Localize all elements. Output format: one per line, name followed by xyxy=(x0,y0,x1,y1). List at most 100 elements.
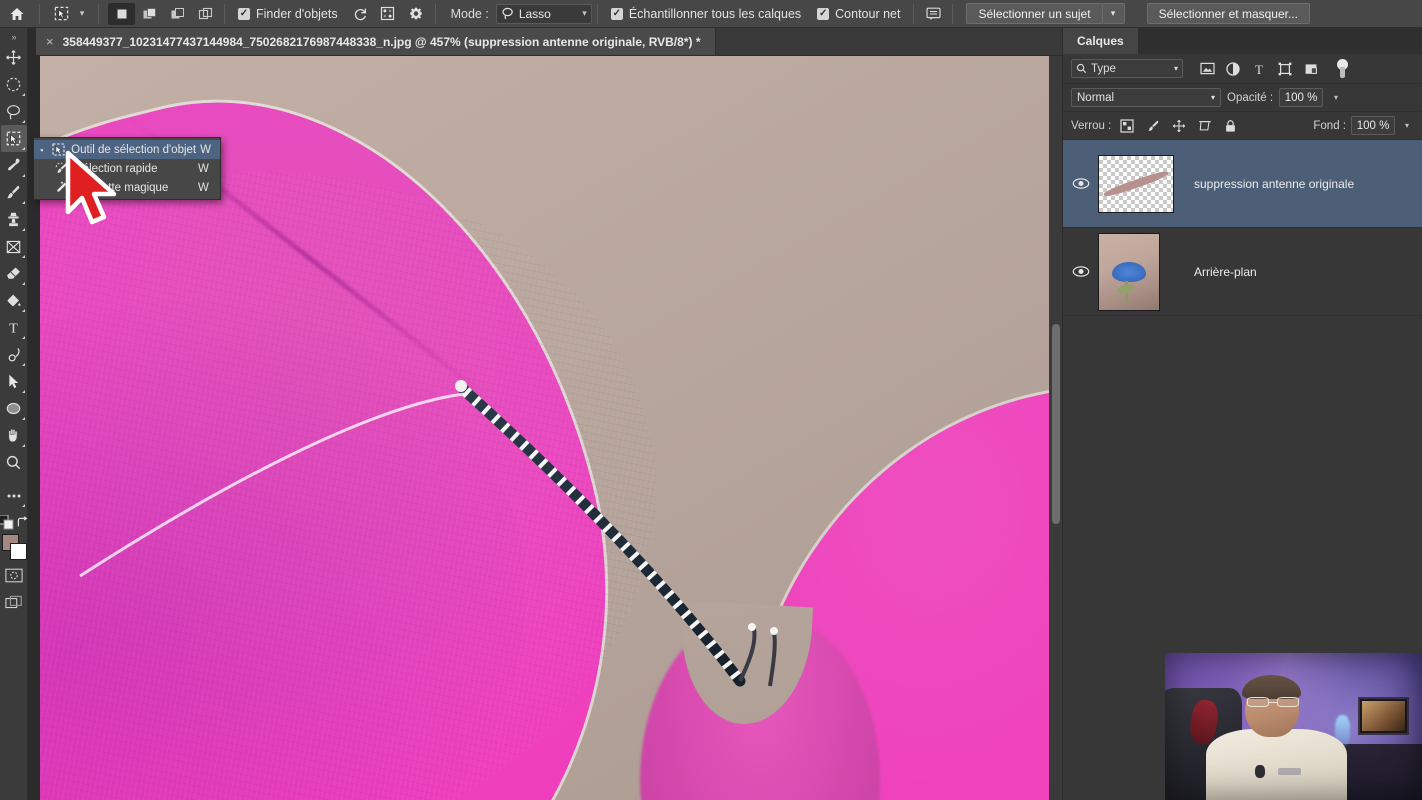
close-icon[interactable]: × xyxy=(46,34,54,49)
flyout-item-shortcut: W xyxy=(200,143,211,156)
chevron-down-icon[interactable]: ▾ xyxy=(75,3,89,25)
divider xyxy=(596,3,598,24)
lock-transparent-pixels-icon[interactable] xyxy=(1116,116,1137,136)
sidebar-item-path-selection-tool[interactable] xyxy=(1,368,27,395)
sidebar-item-eraser-tool[interactable] xyxy=(1,260,27,287)
canvas-vertical-scrollbar[interactable] xyxy=(1049,56,1062,800)
filter-shape-layers-icon[interactable] xyxy=(1273,58,1297,80)
filter-type-layers-icon[interactable]: T xyxy=(1247,58,1271,80)
sidebar-item-eyedropper-tool[interactable] xyxy=(1,152,27,179)
webcam-video-overlay[interactable] xyxy=(1165,653,1422,800)
lock-all-icon[interactable] xyxy=(1220,116,1241,136)
filter-adjustment-layers-icon[interactable] xyxy=(1221,58,1245,80)
sidebar-item-brush-tool[interactable] xyxy=(1,179,27,206)
sidebar-item-pen-tool[interactable] xyxy=(1,341,27,368)
tool-flyout-menu[interactable]: ▪ Outil de sélection d'objet W Sélection… xyxy=(33,137,221,200)
layer-thumbnail-cell[interactable] xyxy=(1098,232,1186,311)
scrollbar-thumb[interactable] xyxy=(1052,324,1060,524)
opacity-value[interactable]: 100 % xyxy=(1279,88,1324,107)
chevron-down-icon[interactable]: ▾ xyxy=(1400,121,1414,130)
divider xyxy=(39,3,40,24)
layer-filter-value: Type xyxy=(1091,62,1116,75)
active-tool-preset[interactable]: ▾ xyxy=(45,3,93,25)
new-selection-button[interactable] xyxy=(108,2,135,25)
gear-icon[interactable] xyxy=(402,3,430,25)
swap-colors-icon[interactable] xyxy=(16,516,29,529)
sidebar-item-object-selection-tool[interactable] xyxy=(0,125,27,152)
object-finder-checkbox[interactable]: ✓ Finder d'objets xyxy=(230,7,346,21)
layer-name[interactable]: suppression antenne originale xyxy=(1186,177,1354,191)
layer-visibility-toggle[interactable] xyxy=(1063,265,1098,278)
select-subject-button[interactable]: Sélectionner un sujet xyxy=(966,3,1103,24)
object-finder-label: Finder d'objets xyxy=(256,6,338,21)
filter-enable-toggle[interactable] xyxy=(1335,58,1349,80)
filter-smart-object-layers-icon[interactable] xyxy=(1299,58,1323,80)
selection-mode-group xyxy=(108,2,219,25)
sidebar-item-paint-bucket-tool[interactable] xyxy=(1,287,27,314)
double-chevron-left-icon[interactable]: » xyxy=(0,30,28,44)
refresh-icon[interactable] xyxy=(346,3,374,25)
lock-artboard-nesting-icon[interactable] xyxy=(1194,116,1215,136)
mode-dropdown[interactable]: Lasso ▾ xyxy=(495,3,592,24)
sidebar-item-type-tool[interactable]: T xyxy=(1,314,27,341)
flyout-item-quick-selection-tool[interactable]: Sélection rapide W xyxy=(34,159,220,178)
select-subject-caret-icon[interactable]: ▾ xyxy=(1102,3,1125,24)
tools-panel: » T xyxy=(0,28,28,800)
sample-all-layers-checkbox[interactable]: ✓ Échantillonner tous les calques xyxy=(603,7,809,21)
sidebar-item-history-brush-tool[interactable] xyxy=(1,233,27,260)
lock-image-pixels-icon[interactable] xyxy=(1142,116,1163,136)
tab-calques[interactable]: Calques xyxy=(1063,28,1138,54)
screen-mode-icon[interactable] xyxy=(1,589,27,616)
quick-mask-icon[interactable] xyxy=(1,562,27,589)
layer-filter-type-select[interactable]: Type ▾ xyxy=(1071,59,1183,78)
select-and-mask-button[interactable]: Sélectionner et masquer... xyxy=(1146,3,1310,24)
table-row[interactable]: suppression antenne originale xyxy=(1063,140,1422,228)
sidebar-item-marquee-tool[interactable] xyxy=(1,71,27,98)
flyout-item-magic-wand-tool[interactable]: Baguette magique W xyxy=(34,178,220,197)
home-icon[interactable] xyxy=(0,0,34,28)
fill-value[interactable]: 100 % xyxy=(1351,116,1395,135)
flyout-corner-icon xyxy=(21,309,25,312)
layer-visibility-toggle[interactable] xyxy=(1063,177,1098,190)
chevron-down-icon[interactable]: ▾ xyxy=(1329,93,1343,102)
divider xyxy=(98,3,99,24)
intersect-selection-button[interactable] xyxy=(192,3,219,25)
document-tab-bar: × 358449377_10231477437144984_7502682176… xyxy=(36,28,1062,56)
divider xyxy=(434,3,436,24)
lock-position-icon[interactable] xyxy=(1168,116,1189,136)
subtract-from-selection-button[interactable] xyxy=(164,3,191,25)
hard-edge-checkbox[interactable]: ✓ Contour net xyxy=(809,7,908,21)
sidebar-item-move-tool[interactable] xyxy=(1,44,27,71)
selected-bullet-icon: ▪ xyxy=(40,144,44,155)
feedback-icon[interactable] xyxy=(919,3,947,25)
svg-text:T: T xyxy=(1255,62,1263,76)
document-tab[interactable]: × 358449377_10231477437144984_7502682176… xyxy=(36,28,716,55)
flyout-item-label: Outil de sélection d'objet xyxy=(71,143,197,156)
sidebar-item-more-tools[interactable] xyxy=(1,482,27,509)
layer-blend-row: Normal ▾ Opacité : 100 % ▾ xyxy=(1063,84,1422,112)
sample-all-layers-label: Échantillonner tous les calques xyxy=(628,6,802,21)
table-row[interactable]: Arrière-plan xyxy=(1063,228,1422,316)
flyout-corner-icon xyxy=(21,201,25,204)
sidebar-item-hand-tool[interactable] xyxy=(1,422,27,449)
show-overlay-icon[interactable] xyxy=(374,3,402,25)
blend-mode-select[interactable]: Normal ▾ xyxy=(1071,88,1221,107)
add-to-selection-button[interactable] xyxy=(136,3,163,25)
sidebar-item-ellipse-tool[interactable] xyxy=(1,395,27,422)
filter-pixel-layers-icon[interactable] xyxy=(1195,58,1219,80)
flyout-item-shortcut: W xyxy=(198,162,209,175)
background-color-swatch[interactable] xyxy=(9,543,27,560)
layer-thumbnail[interactable] xyxy=(1098,232,1160,311)
flyout-item-shortcut: W xyxy=(198,181,209,194)
layer-thumbnail[interactable] xyxy=(1098,154,1174,213)
sidebar-item-clone-stamp-tool[interactable] xyxy=(1,206,27,233)
divider xyxy=(224,3,225,24)
layer-thumbnail-cell[interactable] xyxy=(1098,154,1186,213)
flyout-item-object-selection-tool[interactable]: ▪ Outil de sélection d'objet W xyxy=(34,140,220,159)
sidebar-item-zoom-tool[interactable] xyxy=(1,449,27,476)
layer-name[interactable]: Arrière-plan xyxy=(1186,265,1257,279)
sidebar-item-lasso-tool[interactable] xyxy=(1,98,27,125)
color-swatches[interactable] xyxy=(1,532,27,562)
flyout-corner-icon xyxy=(21,336,25,339)
default-colors-icon[interactable] xyxy=(0,515,14,530)
